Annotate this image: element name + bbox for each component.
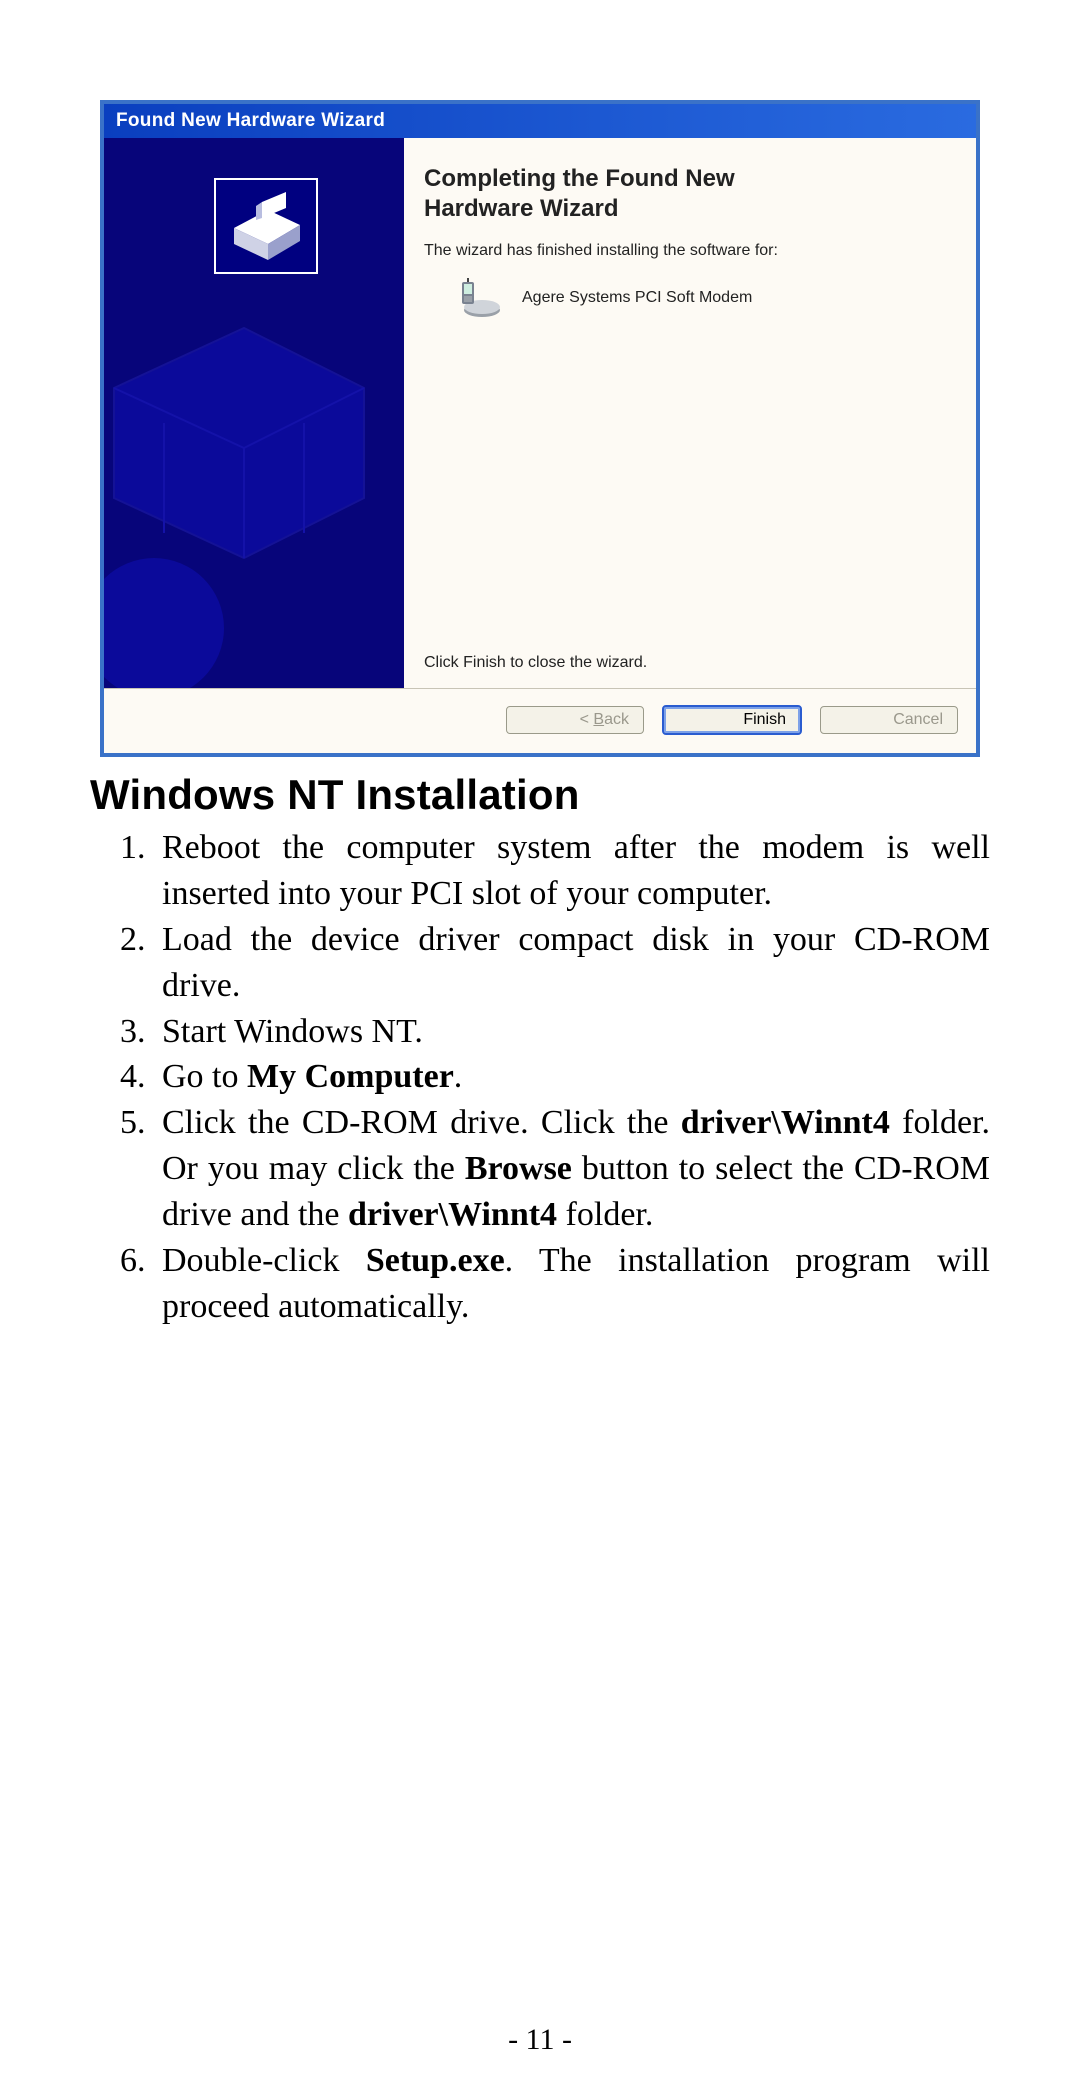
back-button[interactable]: < Back xyxy=(506,706,644,734)
step-text: Load the device driver compact disk in y… xyxy=(162,921,990,1004)
section-heading-windows-nt-installation: Windows NT Installation xyxy=(90,771,990,819)
wizard-heading-line1: Completing the Found New xyxy=(424,165,735,192)
wizard-button-row: < Back Finish Cancel xyxy=(104,688,976,753)
step-text: Reboot the computer system after the mod… xyxy=(162,829,990,912)
installation-step: Load the device driver compact disk in y… xyxy=(154,917,990,1009)
installation-step: Double-click Setup.exe. The installation… xyxy=(154,1238,990,1330)
modem-icon xyxy=(452,278,504,318)
wizard-body-text: The wizard has finished installing the s… xyxy=(424,242,956,260)
installation-steps-list: Reboot the computer system after the mod… xyxy=(90,825,990,1330)
cancel-button[interactable]: Cancel xyxy=(820,706,958,734)
wizard-finish-instruction: Click Finish to close the wizard. xyxy=(424,654,647,672)
back-button-rest: ack xyxy=(604,711,629,728)
step-bold-text: driver\Winnt4 xyxy=(681,1104,890,1141)
wizard-side-graphic xyxy=(104,138,404,688)
step-text: Click the CD-ROM drive. Click the xyxy=(162,1104,681,1141)
wizard-body: Completing the Found New Hardware Wizard… xyxy=(104,138,976,688)
hardware-box-icon xyxy=(214,178,318,274)
wizard-content-pane: Completing the Found New Hardware Wizard… xyxy=(404,138,976,688)
wizard-titlebar: Found New Hardware Wizard xyxy=(104,104,976,138)
back-button-mnemonic: B xyxy=(593,711,604,728)
step-text: Start Windows NT. xyxy=(162,1013,423,1050)
step-text: Double-click xyxy=(162,1242,366,1279)
installed-device-row: Agere Systems PCI Soft Modem xyxy=(452,278,956,318)
step-text: Go to xyxy=(162,1058,247,1095)
step-text: . xyxy=(454,1058,463,1095)
page-number: - 11 - xyxy=(0,2023,1080,2057)
wizard-heading-line2: Hardware Wizard xyxy=(424,195,619,222)
back-button-prefix: < xyxy=(580,711,594,728)
step-bold-text: Setup.exe xyxy=(366,1242,505,1279)
installation-step: Reboot the computer system after the mod… xyxy=(154,825,990,917)
installation-step: Start Windows NT. xyxy=(154,1009,990,1055)
finish-button[interactable]: Finish xyxy=(662,705,802,735)
installation-step: Click the CD-ROM drive. Click the driver… xyxy=(154,1100,990,1238)
step-bold-text: driver\Winnt4 xyxy=(348,1196,557,1233)
installation-step: Go to My Computer. xyxy=(154,1054,990,1100)
step-text: folder. xyxy=(557,1196,653,1233)
found-new-hardware-wizard-screenshot: Found New Hardware Wizard xyxy=(100,100,980,757)
step-bold-text: Browse xyxy=(465,1150,572,1187)
device-name-label: Agere Systems PCI Soft Modem xyxy=(522,289,752,307)
step-bold-text: My Computer xyxy=(247,1058,454,1095)
wizard-heading: Completing the Found New Hardware Wizard xyxy=(424,164,956,224)
